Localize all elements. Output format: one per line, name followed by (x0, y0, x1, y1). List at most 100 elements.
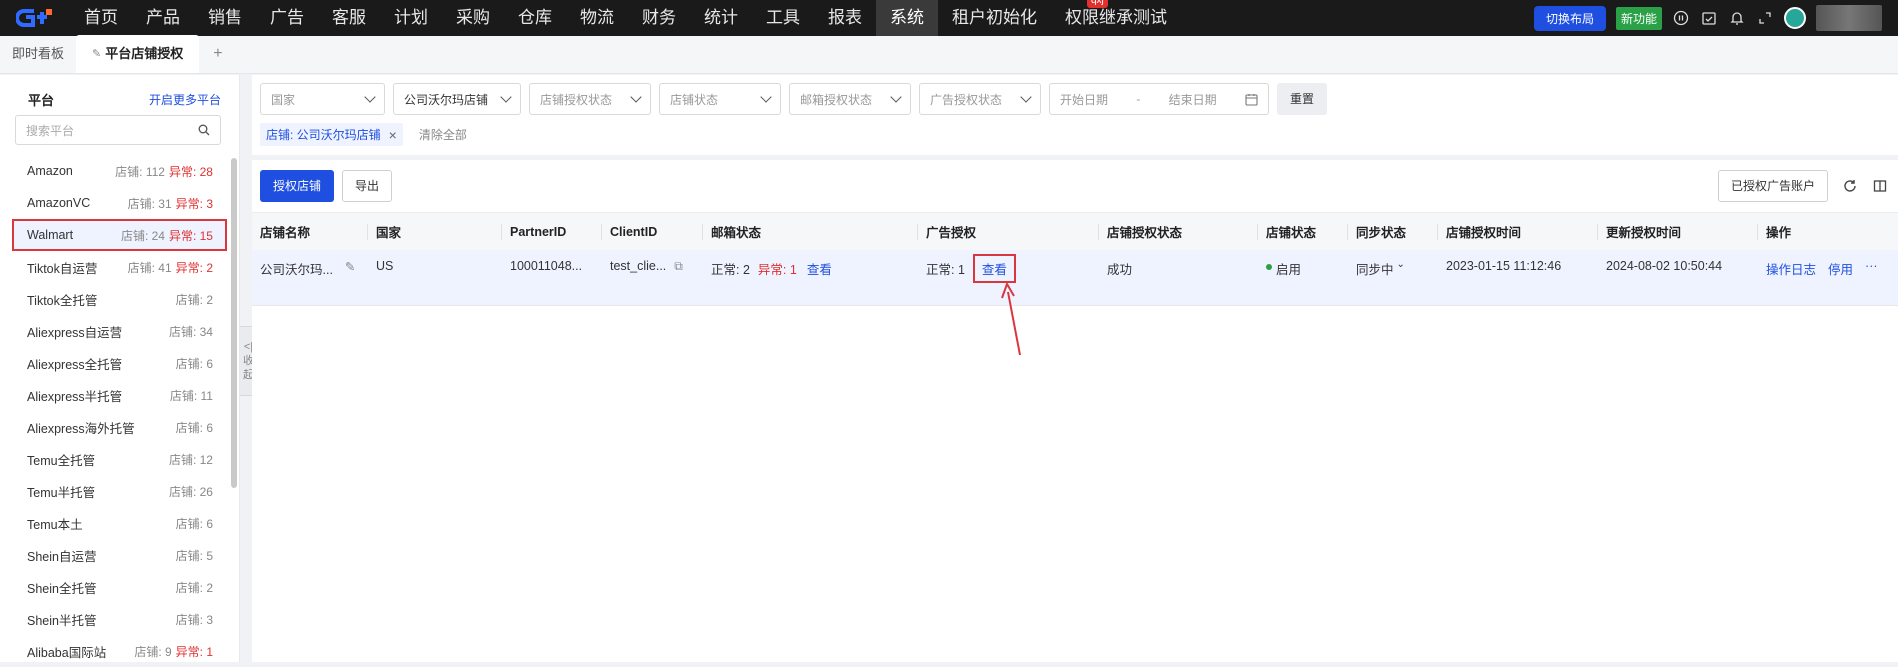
store-count: 店铺: 6 (175, 356, 213, 371)
sidebar-item-platform[interactable]: Shein自运营 店铺: 5 (0, 539, 239, 571)
sidebar-item-platform[interactable]: Aliexpress海外托管 店铺: 6 (0, 411, 239, 443)
nav-reports[interactable]: 报表 (814, 0, 876, 36)
col-partner-id[interactable]: PartnerID (502, 223, 602, 240)
nav-system[interactable]: 系统 (876, 0, 938, 36)
sidebar-item-platform[interactable]: Alibaba国际站 店铺: 9 异常: 1 (0, 635, 239, 667)
fullscreen-icon[interactable] (1756, 9, 1774, 27)
enable-more-platforms-link[interactable]: 开启更多平台 (149, 91, 221, 108)
col-store-status[interactable]: 店铺状态 (1258, 223, 1348, 240)
nav-tools[interactable]: 工具 (752, 0, 814, 36)
more-actions-icon[interactable]: ··· (1865, 259, 1878, 273)
sidebar-item-platform[interactable]: Temu本土 店铺: 6 (0, 507, 239, 539)
tab-platform-store-auth[interactable]: ✎ 平台店铺授权 (76, 35, 200, 73)
cell-store-name: 公司沃尔玛... ✎ (252, 250, 368, 305)
sidebar-item-platform[interactable]: Shein全托管 店铺: 2 (0, 571, 239, 603)
sidebar-item-stats: 店铺: 26 (169, 483, 213, 500)
col-email-status[interactable]: 邮箱状态 (703, 223, 918, 240)
edit-icon[interactable]: ✎ (345, 259, 355, 274)
nav-home[interactable]: 首页 (70, 0, 132, 36)
nav-sales[interactable]: 销售 (194, 0, 256, 36)
bell-icon[interactable] (1728, 9, 1746, 27)
sidebar-item-label: Tiktok全托管 (27, 293, 98, 308)
refresh-icon[interactable] (1842, 178, 1858, 194)
store-count: 店铺: 3 (175, 612, 213, 627)
add-tab-button[interactable]: + (199, 35, 236, 73)
nav-customer-service[interactable]: 客服 (318, 0, 380, 36)
col-ad-auth[interactable]: 广告授权 (918, 223, 1099, 240)
store-status-select[interactable]: 店铺状态 (659, 83, 781, 115)
nav-statistics[interactable]: 统计 (690, 0, 752, 36)
start-date-input[interactable]: 开始日期 (1060, 91, 1108, 108)
nav-ads[interactable]: 广告 (256, 0, 318, 36)
store-auth-status-select[interactable]: 店铺授权状态 (529, 83, 651, 115)
chevron-down-icon: ⌄ (1396, 259, 1405, 270)
status-dot-icon (1266, 264, 1272, 270)
table-row[interactable]: 公司沃尔玛... ✎ US 100011048... test_clie... … (252, 250, 1898, 306)
switch-layout-button[interactable]: 切换布局 (1533, 5, 1606, 31)
close-icon[interactable]: × (389, 127, 397, 143)
sidebar-item-platform[interactable]: Aliexpress半托管 店铺: 11 (0, 379, 239, 411)
export-button[interactable]: 导出 (342, 170, 393, 202)
col-store-name[interactable]: 店铺名称 (252, 223, 368, 240)
sidebar-item-platform[interactable]: Temu半托管 店铺: 26 (0, 475, 239, 507)
authorize-store-button[interactable]: 授权店铺 (260, 170, 335, 202)
column-settings-icon[interactable] (1872, 178, 1888, 194)
copy-icon[interactable]: ⧉ (674, 259, 683, 274)
ad-auth-status-select[interactable]: 广告授权状态 (919, 83, 1041, 115)
nav-products[interactable]: 产品 (132, 0, 194, 36)
nav-purchase[interactable]: 采购 (442, 0, 504, 36)
sidebar-item-platform[interactable]: Tiktok全托管 店铺: 2 (0, 283, 239, 315)
clear-all-link[interactable]: 清除全部 (419, 126, 467, 143)
nav-plan[interactable]: 计划 (380, 0, 442, 36)
ad-view-link[interactable]: 查看 (972, 254, 1016, 283)
col-sync-status[interactable]: 同步状态 (1348, 223, 1438, 240)
col-country[interactable]: 国家 (368, 223, 502, 240)
col-update-time[interactable]: 更新授权时间 (1598, 223, 1758, 240)
col-client-id[interactable]: ClientID (602, 223, 703, 240)
platform-search-input[interactable]: 搜索平台 (15, 115, 221, 145)
cell-actions: 操作日志 停用 ··· (1758, 250, 1898, 305)
help-circle-icon[interactable] (1672, 9, 1690, 27)
authorized-ad-accounts-button[interactable]: 已授权广告账户 (1717, 170, 1828, 202)
operation-log-link[interactable]: 操作日志 (1766, 259, 1816, 278)
col-auth-time[interactable]: 店铺授权时间 (1438, 223, 1598, 240)
store-select[interactable]: 公司沃尔玛店铺 (393, 83, 521, 115)
pin-icon[interactable]: ✎ (92, 35, 101, 73)
col-store-auth-status[interactable]: 店铺授权状态 (1099, 223, 1258, 240)
calendar-check-icon[interactable] (1700, 9, 1718, 27)
sidebar-item-label: Amazon (27, 164, 73, 178)
user-name-blurred[interactable] (1816, 5, 1882, 31)
nav-finance[interactable]: 财务 (628, 0, 690, 36)
sidebar-item-stats: 店铺: 112 异常: 28 (115, 163, 213, 180)
sidebar-item-platform[interactable]: Aliexpress自运营 店铺: 34 (0, 315, 239, 347)
reset-button[interactable]: 重置 (1277, 83, 1328, 115)
nav-permission-test[interactable]: 权限继承测试 qxj (1051, 0, 1181, 36)
country-select[interactable]: 国家 (260, 83, 385, 115)
sidebar-item-platform[interactable]: Walmart 店铺: 24 异常: 15 (12, 219, 227, 251)
store-count: 店铺: 31 (127, 196, 172, 211)
sidebar-item-platform[interactable]: Shein半托管 店铺: 3 (0, 603, 239, 635)
nav-warehouse[interactable]: 仓库 (504, 0, 566, 36)
end-date-input[interactable]: 结束日期 (1169, 91, 1217, 108)
disable-link[interactable]: 停用 (1828, 259, 1853, 278)
sidebar-item-stats: 店铺: 9 异常: 1 (134, 643, 213, 660)
sidebar-item-stats: 店铺: 2 (176, 291, 213, 308)
nav-logistics[interactable]: 物流 (566, 0, 628, 36)
sidebar-item-platform[interactable]: Tiktok自运营 店铺: 41 异常: 2 (0, 251, 239, 283)
sidebar-item-platform[interactable]: Temu全托管 店铺: 12 (0, 443, 239, 475)
sidebar-item-platform[interactable]: Amazon 店铺: 112 异常: 28 (0, 155, 239, 187)
sidebar-item-platform[interactable]: AmazonVC 店铺: 31 异常: 3 (0, 187, 239, 219)
sidebar-item-platform[interactable]: Aliexpress全托管 店铺: 6 (0, 347, 239, 379)
nav-tenant-init[interactable]: 租户初始化 (938, 0, 1051, 36)
email-view-link[interactable]: 查看 (807, 259, 832, 278)
tab-dashboard[interactable]: 即时看板 (0, 35, 76, 73)
platform-list: Amazon 店铺: 112 异常: 28 AmazonVC 店铺: 31 异常: 3 Wa… (0, 155, 239, 667)
cell-sync-status[interactable]: 同步中 ⌄ (1348, 250, 1438, 305)
brand-logo[interactable] (0, 0, 70, 36)
user-avatar[interactable] (1784, 7, 1806, 29)
date-range-picker[interactable]: 开始日期 - 结束日期 (1049, 83, 1269, 115)
new-feature-button[interactable]: 新功能 (1615, 6, 1662, 30)
sidebar-item-label: AmazonVC (27, 196, 91, 210)
email-auth-status-select[interactable]: 邮箱授权状态 (789, 83, 911, 115)
sidebar-scrollbar[interactable] (231, 158, 237, 488)
